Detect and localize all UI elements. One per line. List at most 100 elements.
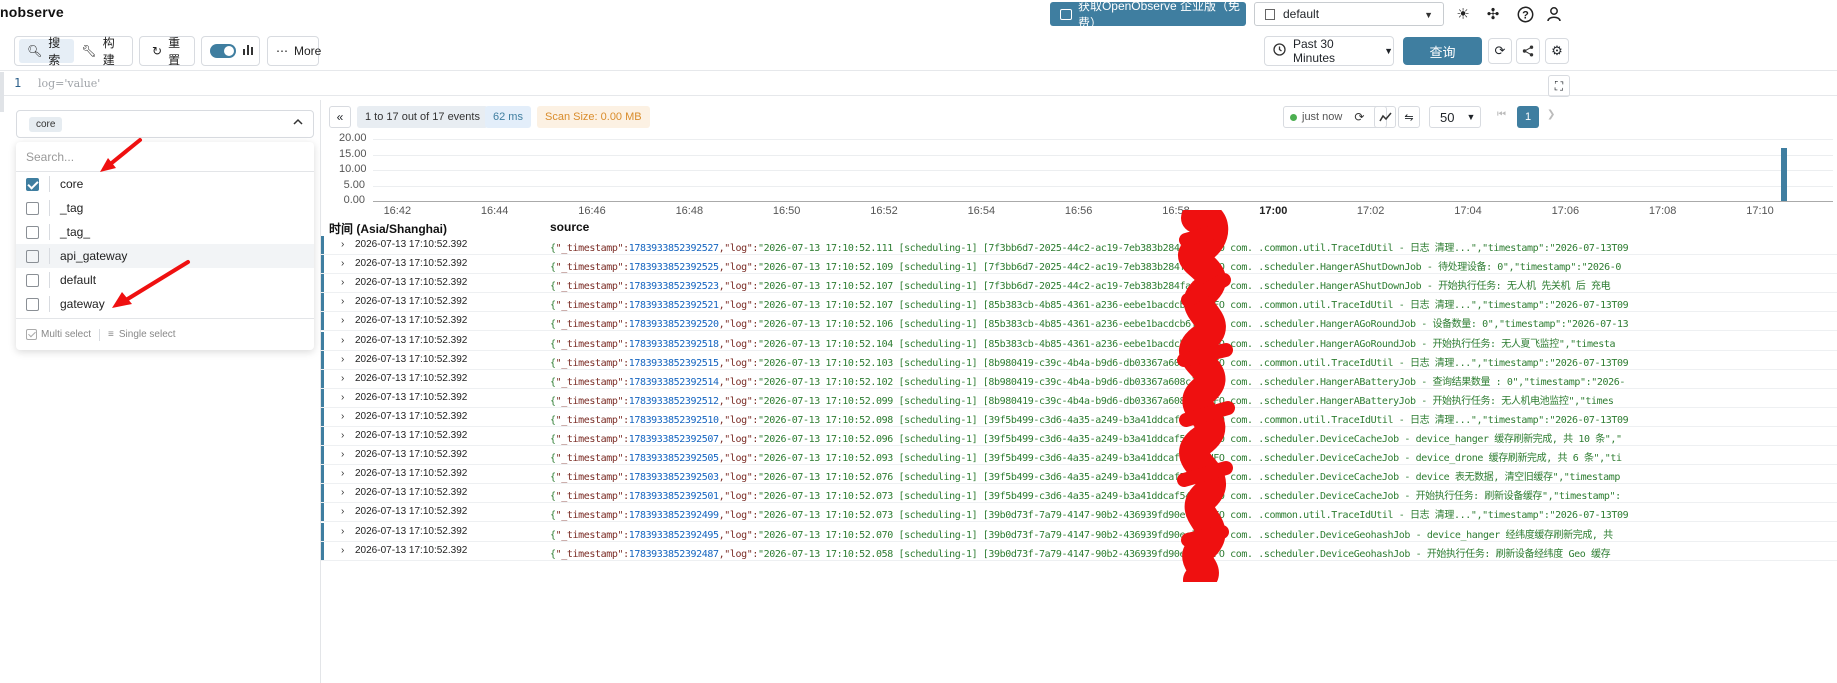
line-chart-icon[interactable] [1374,106,1396,128]
search-mode-button[interactable]: 🔍︎ 搜索 [19,36,74,67]
stream-option[interactable]: _tag [16,196,314,220]
reset-label: 重置 [168,36,181,67]
stream-select[interactable]: core [16,110,314,138]
auto-refresh-icon[interactable]: ⟳ [1488,38,1512,64]
table-row[interactable]: › 2026-07-13 17:10:52.392 {"_timestamp":17… [321,522,1837,542]
expand-row-icon[interactable]: › [341,239,344,250]
table-row[interactable]: › 2026-07-13 17:10:52.392 {"_timestamp":17… [321,541,1837,561]
row-accent [321,484,324,503]
json-key: ,"log": [718,472,759,484]
fullscreen-icon[interactable]: ⛶ [1548,75,1570,97]
table-row[interactable]: › 2026-07-13 17:10:52.392 {"_timestamp":17… [321,427,1837,446]
table-row[interactable]: › 2026-07-13 17:10:52.392 {"_timestamp":17… [321,484,1837,504]
row-timestamp: 2026-07-13 17:10:52.392 [355,277,468,289]
stream-option-checkbox[interactable] [26,273,39,287]
stream-option-checkbox[interactable] [26,249,39,263]
histogram-toggle[interactable] [210,44,236,58]
expand-row-icon[interactable]: › [341,296,344,307]
expand-row-icon[interactable]: › [341,277,344,288]
build-mode-button[interactable]: 🔧︎ 构建 [74,36,129,67]
expand-row-icon[interactable]: › [341,411,344,422]
wrap-text-icon[interactable]: ⇋ [1398,106,1420,128]
table-row[interactable]: › 2026-07-13 17:10:52.392 {"_timestamp":17… [321,503,1837,523]
expand-row-icon[interactable]: › [341,335,344,346]
expand-row-icon[interactable]: › [341,468,344,479]
stream-option[interactable]: core [16,172,314,196]
expand-row-icon[interactable]: › [341,487,344,498]
stream-option-checkbox[interactable] [26,177,39,191]
page-size-select[interactable]: 50 ▼ [1429,106,1481,128]
run-query-button[interactable]: 查询 [1403,37,1482,65]
stream-option-checkbox[interactable] [26,201,39,215]
gridline [373,154,1833,156]
expand-row-icon[interactable]: › [341,392,344,403]
table-row[interactable]: › 2026-07-13 17:10:52.392 {"_timestamp":17… [321,236,1837,255]
table-row[interactable]: › 2026-07-13 17:10:52.392 {"_timestamp":17… [321,255,1837,275]
select-mode-footer: Multi select ≡ Single select [16,318,314,350]
histogram-bar[interactable] [1781,148,1788,201]
settings-icon[interactable]: ⚙ [1545,38,1569,64]
help-icon[interactable]: ? [1515,4,1535,24]
table-row[interactable]: › 2026-07-13 17:10:52.392 {"_timestamp":17… [321,293,1837,313]
table-row[interactable]: › 2026-07-13 17:10:52.392 {"_timestamp":17… [321,388,1837,408]
org-select[interactable]: default ▼ [1254,2,1444,26]
x-tick-label: 16:50 [772,205,801,217]
multi-select-label[interactable]: Multi select [41,329,91,340]
chevron-down-icon: ▼ [1384,46,1393,56]
stream-option-checkbox[interactable] [26,225,39,239]
table-row[interactable]: › 2026-07-13 17:10:52.392 {"_timestamp":17… [321,465,1837,485]
stream-option-checkbox[interactable] [26,297,39,311]
first-page-icon[interactable]: ⏮ [1497,109,1506,120]
row-source: {"_timestamp":1783933852392503,"log":"20… [550,468,1620,483]
expand-row-icon[interactable]: › [341,506,344,517]
more-button[interactable]: ⋯ More [272,39,325,63]
column-source[interactable]: source [550,220,589,234]
clock-icon [1273,43,1286,59]
json-key: "_timestamp": [555,338,629,350]
query-editor[interactable]: 1 log='value' ⛶ [0,70,1837,97]
current-page-button[interactable]: 1 [1517,106,1539,128]
multi-select-checkbox[interactable] [26,329,37,340]
x-tick-label: 17:10 [1746,205,1774,217]
json-key: "_timestamp": [555,529,629,541]
slack-icon[interactable]: ✣ [1483,4,1503,24]
user-icon[interactable] [1544,4,1564,24]
left-resizer[interactable] [0,72,4,112]
expand-row-icon[interactable]: › [341,354,344,365]
refresh-icon[interactable]: ⟳ [1354,110,1364,124]
expand-row-icon[interactable]: › [341,373,344,384]
row-accent [321,236,324,254]
theme-sun-icon[interactable]: ☀ [1453,4,1473,24]
more-group: ⋯ More [267,36,321,66]
stream-option[interactable]: _tag_ [16,220,314,244]
table-row[interactable]: › 2026-07-13 17:10:52.392 {"_timestamp":17… [321,407,1837,427]
expand-row-icon[interactable]: › [341,545,344,556]
expand-row-icon[interactable]: › [341,315,344,326]
collapse-sidebar-icon[interactable]: « [329,106,351,128]
expand-row-icon[interactable]: › [341,526,344,537]
expand-row-icon[interactable]: › [341,258,344,269]
stream-search-input[interactable]: Search... [16,142,314,172]
json-number: 1783933852392499 [628,510,719,522]
row-timestamp: 2026-07-13 17:10:52.392 [355,353,468,365]
time-range-picker[interactable]: Past 30 Minutes ▼ [1264,36,1394,66]
share-icon[interactable] [1516,38,1540,64]
table-row[interactable]: › 2026-07-13 17:10:52.392 {"_timestamp":17… [321,274,1837,294]
table-row[interactable]: › 2026-07-13 17:10:52.392 {"_timestamp":17… [321,446,1837,466]
json-number: 1783933852392523 [628,281,719,293]
next-page-icon[interactable]: ❯ [1547,109,1555,120]
expand-row-icon[interactable]: › [341,430,344,441]
x-tick-label: 17:02 [1356,205,1385,217]
single-select-label[interactable]: Single select [119,329,176,340]
table-row[interactable]: › 2026-07-13 17:10:52.392 {"_timestamp":17… [321,331,1837,351]
table-row[interactable]: › 2026-07-13 17:10:52.392 {"_timestamp":17… [321,350,1837,370]
column-time[interactable]: 时间 (Asia/Shanghai) [329,220,447,237]
table-row[interactable]: › 2026-07-13 17:10:52.392 {"_timestamp":17… [321,312,1837,332]
option-divider [49,248,50,264]
reset-button[interactable]: ↻ 重置 [144,36,190,67]
enterprise-button[interactable]: 获取OpenObserve 企业版（免费） [1050,0,1246,30]
table-row[interactable]: › 2026-07-13 17:10:52.392 {"_timestamp":17… [321,369,1837,389]
expand-row-icon[interactable]: › [341,449,344,460]
wrench-icon: 🔧︎ [81,44,97,58]
annotation-arrow-icon [112,260,190,308]
